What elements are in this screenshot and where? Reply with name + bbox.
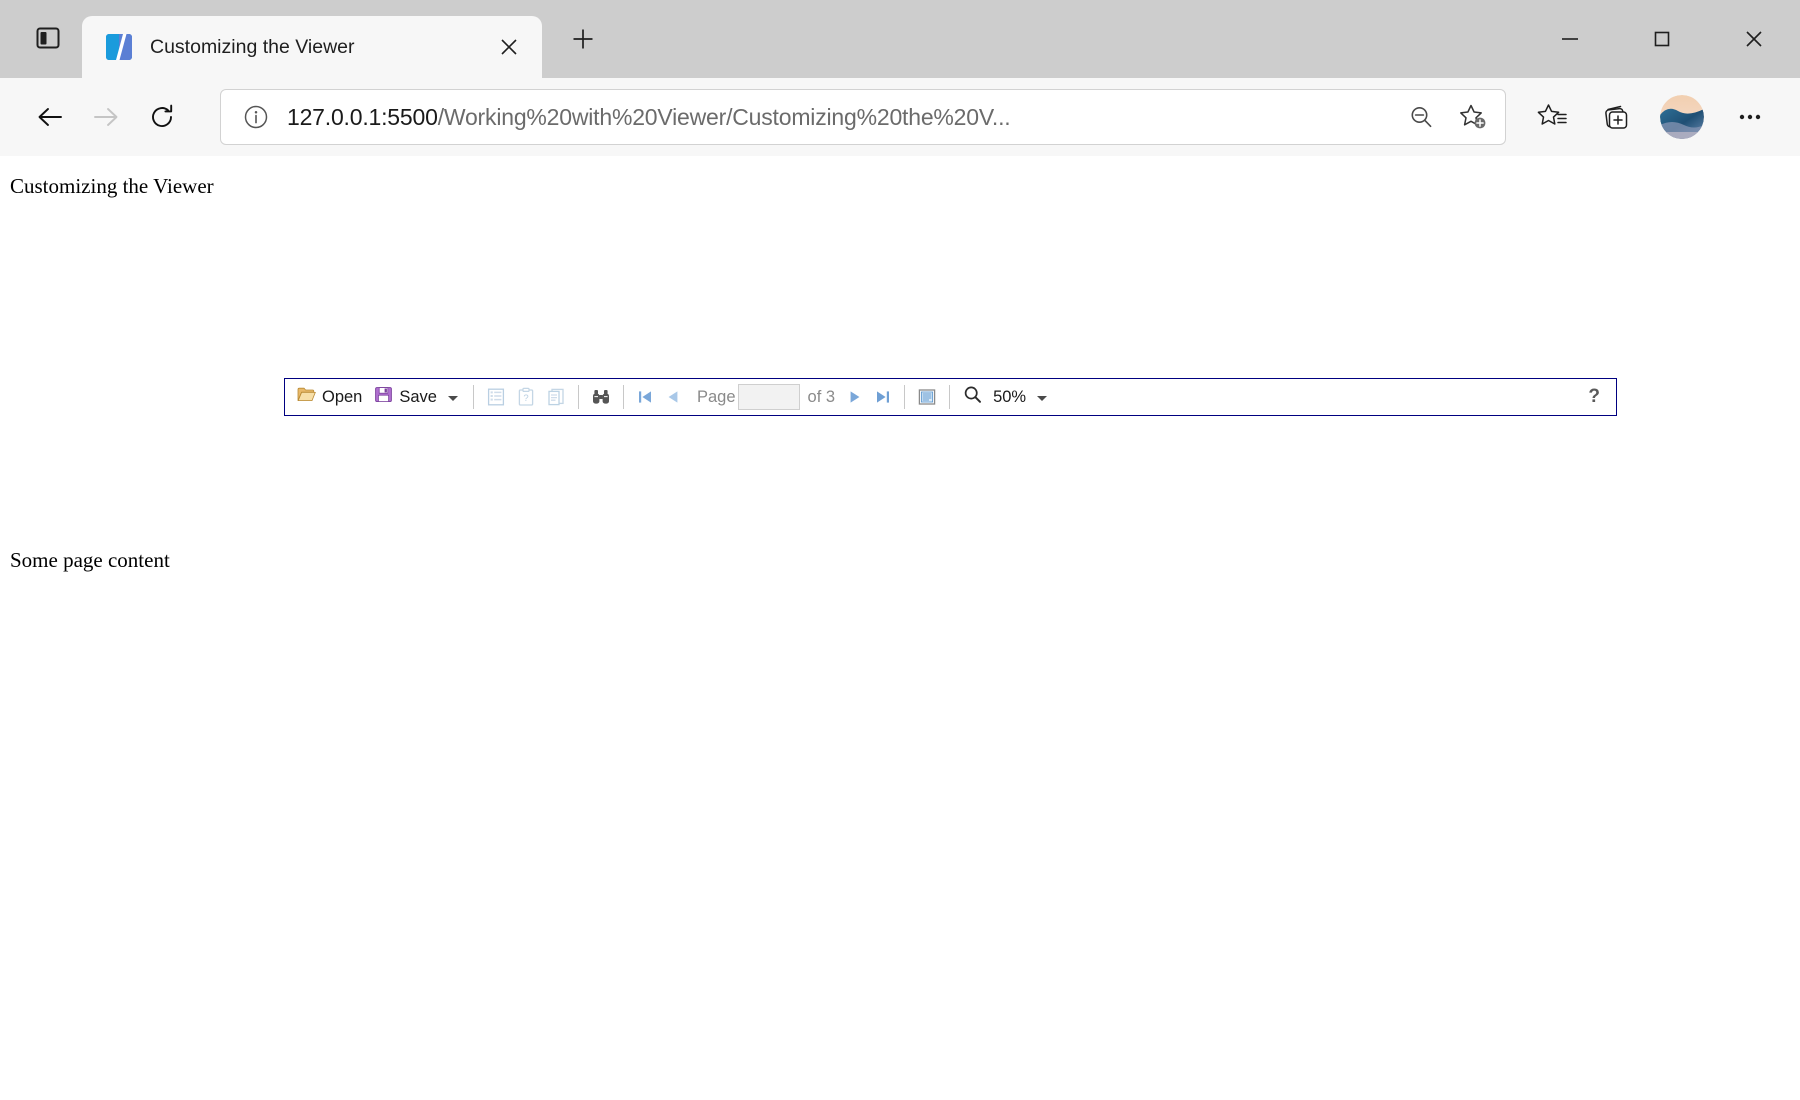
total-pages-label: of 3: [807, 387, 836, 406]
avatar[interactable]: [1660, 95, 1704, 139]
next-page-glyph: [850, 391, 860, 403]
add-favorite-star-icon[interactable]: [1447, 91, 1499, 143]
tab-strip: Customizing the Viewer: [0, 0, 1800, 78]
pdf-viewer-toolbar: Open Save ? Page of 3 50% ?: [284, 378, 1617, 416]
toolbar-separator: [904, 385, 906, 409]
zoom-out-icon[interactable]: [1395, 91, 1447, 143]
collections-icon[interactable]: [1588, 89, 1644, 145]
next-page-icon[interactable]: [841, 388, 869, 406]
new-tab-button[interactable]: [560, 16, 606, 62]
avatar-image: [1660, 95, 1704, 139]
clipboard-question-icon[interactable]: ?: [511, 387, 541, 407]
page-title: Customizing the Viewer: [10, 174, 214, 198]
save-button[interactable]: Save: [368, 382, 466, 412]
tab-actions-glyph: [36, 27, 60, 49]
url-path: /Working%20with%20Viewer/Customizing%20t…: [437, 103, 1011, 130]
zoom-out-glyph: [1411, 107, 1432, 128]
last-page-glyph: [877, 391, 890, 403]
open-button[interactable]: Open: [291, 382, 368, 412]
svg-text:?: ?: [523, 393, 528, 404]
close-icon: [1746, 31, 1762, 47]
prev-page-icon[interactable]: [659, 388, 687, 406]
bookmarks-glyph: [487, 388, 505, 406]
binoculars-icon[interactable]: [586, 387, 616, 407]
settings-and-more-button[interactable]: [1722, 89, 1778, 145]
copy-pages-glyph: [548, 388, 564, 406]
save-floppy-icon: [374, 385, 393, 409]
back-arrow-icon: [38, 108, 62, 126]
help-button[interactable]: ?: [1580, 386, 1608, 408]
page-body-text: Some page content: [10, 548, 170, 572]
forward-button[interactable]: [78, 89, 134, 145]
page-viewport: Customizing the Viewer Open Save ? Page …: [0, 156, 1800, 1100]
first-page-icon[interactable]: [631, 388, 659, 406]
close-glyph: [501, 39, 517, 55]
add-favorite-glyph: [1460, 104, 1486, 129]
ellipsis-icon: [1739, 114, 1761, 120]
refresh-icon: [152, 104, 173, 127]
browser-tab[interactable]: Customizing the Viewer: [82, 16, 542, 78]
page-view-glyph: [918, 389, 936, 405]
open-folder-icon: [297, 385, 316, 409]
site-info-icon[interactable]: [239, 103, 273, 131]
address-bar-url[interactable]: 127.0.0.1:5500/Working%20with%20Viewer/C…: [287, 104, 1395, 131]
copy-pages-icon[interactable]: [541, 387, 571, 407]
navigation-bar: 127.0.0.1:5500/Working%20with%20Viewer/C…: [0, 78, 1800, 156]
tab-title: Customizing the Viewer: [150, 35, 355, 58]
bookmarks-list-icon[interactable]: [481, 387, 511, 407]
prev-page-glyph: [668, 391, 678, 403]
zoom-level-label: 50%: [993, 387, 1027, 406]
favorites-glyph: [1537, 104, 1567, 125]
tab-actions-icon[interactable]: [22, 12, 74, 64]
collections-glyph: [1605, 105, 1628, 129]
close-window-button[interactable]: [1708, 0, 1800, 78]
toolbar-separator: [622, 385, 624, 409]
maximize-button[interactable]: [1616, 0, 1708, 78]
plus-icon: [573, 29, 593, 49]
info-glyph: [244, 105, 268, 129]
toolbar-separator: [949, 385, 951, 409]
open-label: Open: [322, 387, 363, 406]
minimize-button[interactable]: [1524, 0, 1616, 78]
favorites-star-list-icon[interactable]: [1524, 89, 1580, 145]
chevron-down-icon[interactable]: [1037, 395, 1048, 401]
refresh-button[interactable]: [134, 89, 190, 145]
clipboard-glyph: ?: [518, 387, 534, 406]
page-number-input[interactable]: [737, 384, 800, 410]
minimize-icon: [1562, 38, 1578, 40]
chevron-down-icon[interactable]: [447, 395, 458, 401]
toolbar-separator: [472, 385, 474, 409]
back-button[interactable]: [22, 89, 78, 145]
browser-window: Customizing the Viewer 127.0.0.1:5500/Wo…: [0, 0, 1800, 1100]
forward-arrow-icon: [94, 108, 118, 126]
search-glyph: [592, 390, 609, 404]
save-label: Save: [399, 387, 437, 406]
zoom-control[interactable]: 50%: [957, 382, 1055, 412]
maximize-icon: [1654, 31, 1670, 47]
toolbar-separator: [577, 385, 579, 409]
address-bar[interactable]: 127.0.0.1:5500/Working%20with%20Viewer/C…: [220, 89, 1506, 145]
close-icon[interactable]: [492, 30, 526, 64]
page-layout-icon[interactable]: [912, 387, 942, 407]
url-host: 127.0.0.1:5500: [287, 103, 438, 130]
page-label: Page: [696, 387, 736, 406]
magnifier-icon: [963, 385, 982, 409]
window-controls: [1524, 0, 1800, 78]
document-favicon: [106, 34, 132, 60]
last-page-icon[interactable]: [869, 388, 897, 406]
first-page-glyph: [638, 391, 651, 403]
